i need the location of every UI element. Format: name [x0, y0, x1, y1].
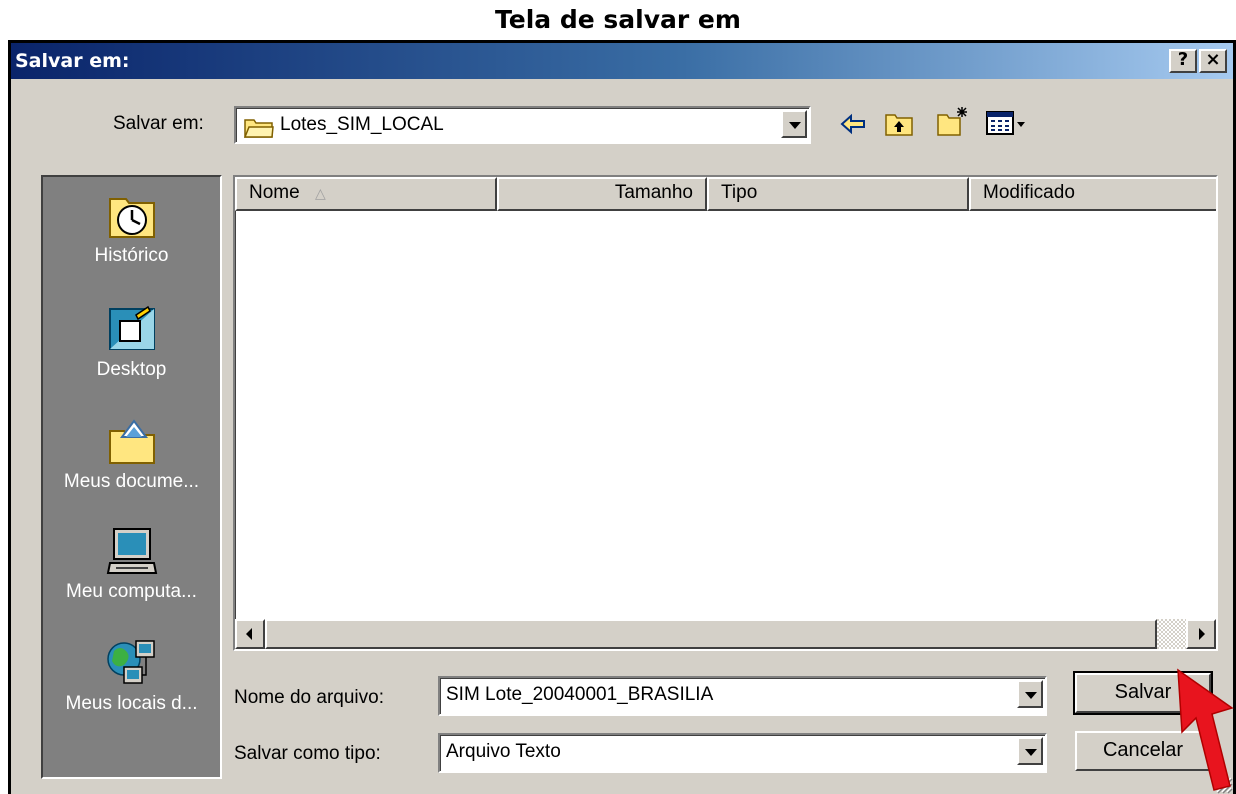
place-my-documents[interactable]: Meus docume... — [43, 417, 220, 493]
my-documents-icon — [108, 419, 155, 464]
place-desktop[interactable]: Desktop — [43, 305, 220, 381]
file-name-combo[interactable]: SIM Lote_20040001_BRASILIA — [438, 676, 1047, 716]
scroll-right-button[interactable] — [1186, 619, 1216, 649]
desktop-icon — [108, 305, 155, 350]
folder-icon — [244, 119, 274, 138]
network-places-icon — [106, 640, 155, 684]
title-bar[interactable]: Salvar em: ? × — [11, 43, 1233, 79]
place-label-my-computer: Meu computa... — [66, 581, 197, 602]
page-caption: Tela de salvar em — [495, 5, 741, 34]
help-button[interactable]: ? — [1169, 49, 1197, 73]
save-in-label: Salvar em: — [113, 113, 204, 134]
file-type-value: Arquivo Texto — [446, 741, 561, 762]
column-header-size[interactable]: Tamanho — [497, 177, 707, 211]
column-name-label: Nome — [249, 182, 300, 203]
close-button[interactable]: × — [1199, 49, 1227, 73]
save-dialog: Salvar em: ? × Salvar em: Lotes_SIM_LOCA… — [8, 40, 1236, 794]
scroll-left-button[interactable] — [235, 619, 265, 649]
horizontal-scrollbar[interactable] — [235, 619, 1216, 649]
scroll-left-icon — [246, 628, 252, 640]
scroll-right-icon — [1199, 628, 1205, 640]
place-label-history: Histórico — [94, 245, 169, 266]
save-in-value: Lotes_SIM_LOCAL — [280, 114, 444, 135]
annotation-arrow-icon — [1177, 668, 1234, 791]
my-computer-icon — [106, 528, 157, 574]
place-label-my-documents: Meus docume... — [63, 471, 200, 492]
places-bar: Histórico Desktop Meus docume... Meu com… — [41, 175, 222, 779]
scroll-thumb[interactable] — [265, 619, 1157, 649]
column-header-type[interactable]: Tipo — [707, 177, 969, 211]
back-arrow-icon[interactable] — [840, 113, 866, 135]
file-type-label: Salvar como tipo: — [234, 743, 381, 764]
save-in-dropdown-button[interactable] — [781, 110, 807, 138]
column-header-modified[interactable]: Modificado — [969, 177, 1216, 211]
place-network[interactable]: Meus locais d... — [43, 639, 220, 715]
place-label-network: Meus locais d... — [65, 693, 198, 714]
save-in-combo[interactable]: Lotes_SIM_LOCAL — [234, 106, 811, 144]
place-label-desktop: Desktop — [96, 359, 167, 380]
dialog-title: Salvar em: — [15, 50, 130, 72]
file-type-combo[interactable]: Arquivo Texto — [438, 733, 1047, 773]
history-icon — [108, 198, 155, 238]
place-my-computer[interactable]: Meu computa... — [43, 527, 220, 603]
view-menu-icon[interactable] — [986, 111, 1026, 137]
file-list[interactable]: Nome △ Tamanho Tipo Modificado — [233, 175, 1218, 651]
column-header-name[interactable]: Nome △ — [235, 177, 497, 211]
up-folder-icon[interactable] — [884, 109, 914, 137]
file-name-input[interactable]: SIM Lote_20040001_BRASILIA — [446, 678, 713, 712]
sort-ascending-icon: △ — [314, 185, 326, 201]
file-type-dropdown-button[interactable] — [1017, 737, 1043, 765]
new-folder-icon[interactable] — [936, 105, 968, 137]
file-name-label: Nome do arquivo: — [234, 687, 384, 708]
file-name-dropdown-button[interactable] — [1017, 680, 1043, 708]
place-history[interactable]: Histórico — [43, 191, 220, 267]
